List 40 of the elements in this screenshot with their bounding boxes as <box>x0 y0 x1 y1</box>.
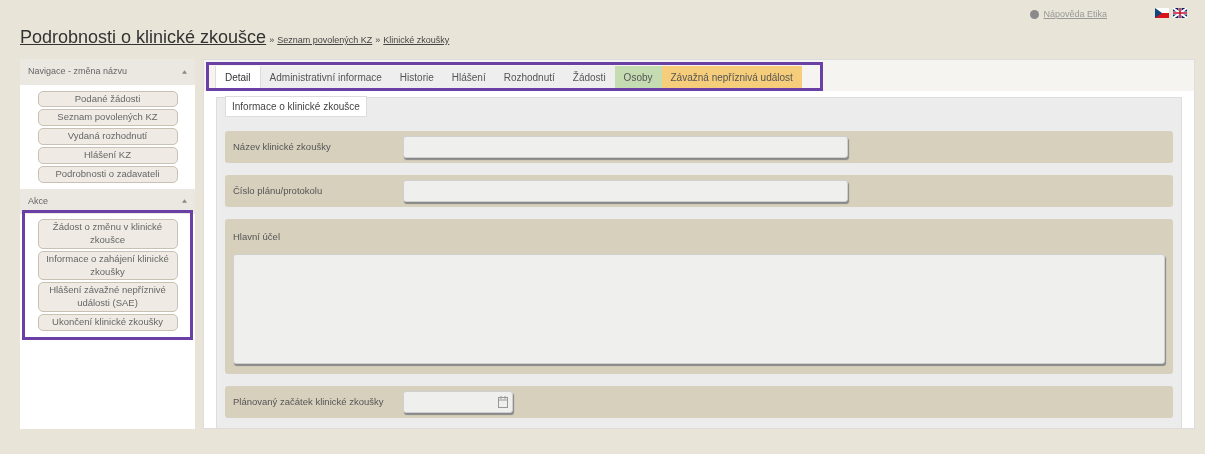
uk-flag-icon[interactable] <box>1173 8 1187 18</box>
sidebar-button[interactable]: Ukončení klinické zkoušky <box>37 313 178 331</box>
field-label: Hlavní účel <box>233 230 281 244</box>
sidebar-button[interactable]: Seznam povolených KZ <box>37 109 178 127</box>
sidebar-button[interactable]: Podané žádosti <box>37 90 178 108</box>
sidebar-button[interactable]: Hlášení KZ <box>37 146 178 164</box>
section-title: Akce <box>28 194 48 208</box>
field-label: Název klinické zkoušky <box>233 139 332 154</box>
section-title: Navigace - změna názvu <box>28 65 128 78</box>
tab[interactable]: Osoby <box>614 66 662 88</box>
help-icon <box>1030 10 1040 20</box>
breadcrumb-separator: » <box>375 34 381 47</box>
text-field[interactable] <box>403 136 848 158</box>
breadcrumb-link[interactable]: Klinické zkoušky <box>383 34 450 48</box>
section-header[interactable]: Navigace - změna názvu <box>20 59 195 85</box>
tab[interactable]: Detail <box>215 66 261 88</box>
date-field[interactable] <box>403 391 513 414</box>
collapse-icon[interactable] <box>182 199 187 204</box>
tab[interactable]: Hlášení <box>442 66 495 88</box>
page-title[interactable]: Podrobnosti o klinické zkoušce <box>20 24 267 51</box>
textarea-field[interactable] <box>233 254 1165 365</box>
tab[interactable]: Žádosti <box>563 66 615 88</box>
collapse-icon[interactable] <box>182 69 187 74</box>
text-field[interactable] <box>403 180 848 202</box>
field-label: Číslo plánu/protokolu <box>233 183 324 198</box>
sidebar-button[interactable]: Podrobnosti o zadavateli <box>37 165 178 183</box>
tab[interactable]: Závažná nepříznivá událost <box>661 66 802 88</box>
field-label: Plánovaný začátek klinické zkoušky <box>233 395 385 410</box>
fieldset-legend: Informace o klinické zkoušce <box>225 96 367 117</box>
tab[interactable]: Historie <box>390 66 443 88</box>
sidebar-button[interactable]: Vydaná rozhodnutí <box>37 128 178 145</box>
sidebar-button[interactable]: Hlášení závažné nepříznivé události (SAE) <box>37 282 178 312</box>
sidebar-button[interactable]: Žádost o změnu v klinické zkoušce <box>37 219 178 249</box>
sidebar-button[interactable]: Informace o zahájení klinické zkoušky <box>37 250 178 281</box>
calendar-icon[interactable] <box>498 396 508 409</box>
tab[interactable]: Administrativní informace <box>260 66 391 88</box>
czech-flag-icon[interactable] <box>1155 8 1169 18</box>
breadcrumb-separator: » <box>269 34 275 47</box>
tab[interactable]: Rozhodnutí <box>494 66 564 88</box>
breadcrumb-link[interactable]: Seznam povolených KZ <box>277 34 373 48</box>
